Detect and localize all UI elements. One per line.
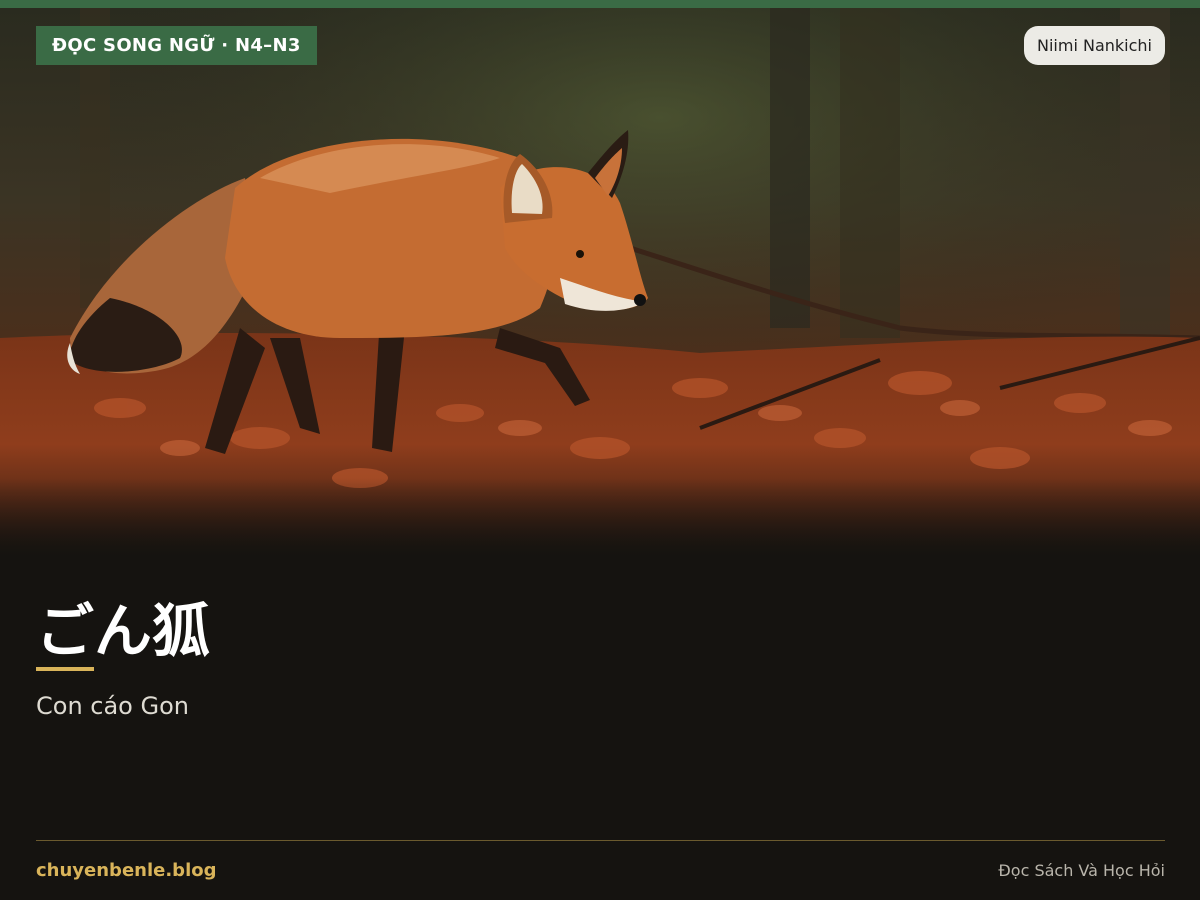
hero-image [0,8,1200,556]
title-underline [36,667,94,671]
site-tagline: Đọc Sách Và Học Hỏi [998,861,1165,880]
story-title-japanese: ごん狐 [36,597,211,665]
site-link[interactable]: chuyenbenle.blog [36,858,216,884]
fox-illustration [0,8,1200,556]
story-title-vietnamese: Con cáo Gon [36,692,189,720]
footer-divider [36,840,1165,841]
author-tag: Niimi Nankichi [1024,26,1165,65]
top-accent-strip [0,0,1200,8]
level-badge: ĐỌC SONG NGỮ · N4–N3 [36,26,317,65]
